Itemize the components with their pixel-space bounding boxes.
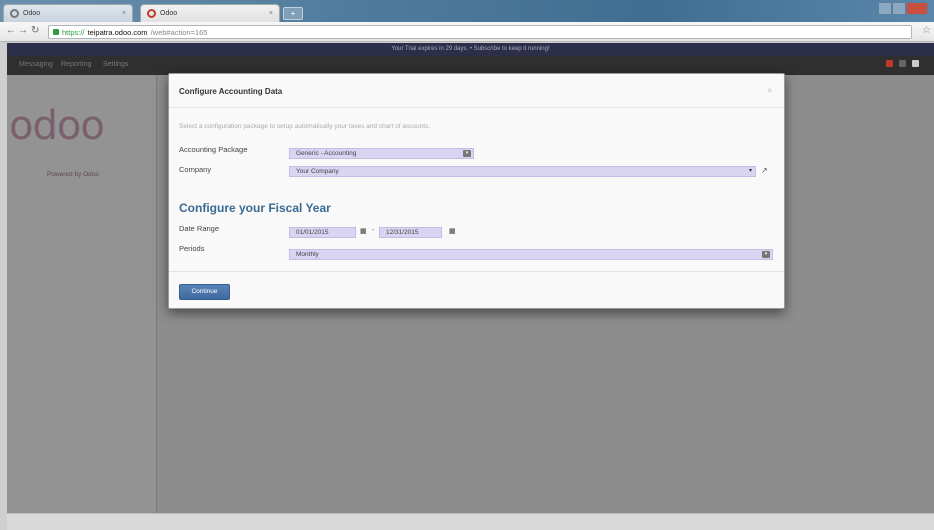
accounting-package-value: Generic - Accounting [296, 150, 357, 157]
company-field[interactable]: Your Company ▾ [289, 166, 756, 177]
dialog-footer-divider [169, 271, 784, 272]
dialog-help-text: Select a configuration package to setup … [179, 123, 431, 130]
periods-value: Monthly [296, 251, 319, 258]
tab-label: Odoo [160, 10, 178, 17]
close-tab-icon[interactable]: × [269, 10, 273, 17]
configure-accounting-dialog: Configure Accounting Data × Select a con… [168, 73, 785, 309]
close-window-button[interactable] [906, 2, 928, 15]
date-end-field[interactable]: 12/31/2015 [379, 227, 442, 238]
close-tab-icon[interactable]: × [122, 10, 126, 17]
menu-reporting[interactable]: Reporting [61, 61, 91, 68]
odoo-favicon-icon [10, 9, 19, 18]
dialog-title: Configure Accounting Data [179, 87, 283, 96]
top-menu-right [886, 60, 919, 67]
notification-icon[interactable] [886, 60, 893, 67]
chat-icon[interactable] [899, 60, 906, 67]
url-host: teipatra.odoo.com [87, 27, 148, 37]
browser-toolbar: ← → ↻ https://teipatra.odoo.com/web#acti… [0, 22, 934, 42]
bookmark-star-icon[interactable]: ☆ [922, 25, 931, 36]
periods-label: Periods [179, 244, 205, 253]
chevron-down-icon[interactable]: ▾ [749, 167, 752, 176]
url-scheme: https:// [62, 27, 85, 37]
powered-by[interactable]: Powered by Odoo [47, 171, 99, 178]
company-value: Your Company [296, 168, 339, 175]
forward-icon[interactable]: → [18, 25, 28, 36]
announcement-bar[interactable]: Your Trial expires in 29 days. • Subscri… [7, 43, 934, 56]
calendar-icon[interactable]: ▦ [449, 227, 456, 235]
menu-settings[interactable]: Settings [103, 61, 128, 68]
periods-select[interactable]: Monthly ▾ [289, 249, 773, 260]
status-bar [7, 513, 934, 530]
tab-label: Odoo [23, 10, 41, 17]
menu-messaging[interactable]: Messaging [19, 61, 53, 68]
chevron-down-icon: ▾ [463, 150, 471, 157]
lock-icon [53, 29, 59, 35]
browser-tab-2[interactable]: Odoo × [140, 4, 280, 22]
maximize-button[interactable] [892, 2, 907, 15]
accounting-package-label: Accounting Package [179, 145, 248, 154]
accounting-package-select[interactable]: Generic - Accounting ▾ [289, 148, 474, 159]
browser-tab-1[interactable]: Odoo × [3, 4, 133, 22]
user-avatar[interactable] [912, 60, 919, 67]
fiscal-year-heading: Configure your Fiscal Year [179, 201, 331, 215]
odoo-favicon-icon [147, 9, 156, 18]
external-link-icon[interactable]: ↗ [761, 166, 768, 175]
url-path: /web#action=165 [150, 27, 208, 37]
odoo-logo[interactable]: odoo [9, 103, 105, 149]
date-start-field[interactable]: 01/01/2015 [289, 227, 356, 238]
dialog-header: Configure Accounting Data × [169, 74, 784, 108]
new-tab-button[interactable]: + [283, 7, 303, 20]
reload-icon[interactable]: ↻ [31, 25, 39, 36]
calendar-icon[interactable]: ▦ [360, 227, 367, 235]
address-bar[interactable]: https://teipatra.odoo.com/web#action=165 [48, 25, 912, 39]
back-icon[interactable]: ← [6, 25, 16, 36]
date-start-value: 01/01/2015 [296, 229, 329, 236]
chevron-down-icon: ▾ [762, 251, 770, 258]
continue-button[interactable]: Continue [179, 284, 230, 300]
date-end-value: 12/31/2015 [386, 229, 419, 236]
close-icon[interactable]: × [767, 86, 772, 95]
company-label: Company [179, 165, 212, 174]
date-range-separator: - [372, 227, 375, 234]
sidebar: odoo Powered by Odoo [7, 75, 157, 513]
window-controls [878, 2, 928, 15]
date-range-label: Date Range [179, 224, 220, 233]
minimize-button[interactable] [878, 2, 893, 15]
tab-strip: Odoo × Odoo × + [0, 0, 934, 22]
